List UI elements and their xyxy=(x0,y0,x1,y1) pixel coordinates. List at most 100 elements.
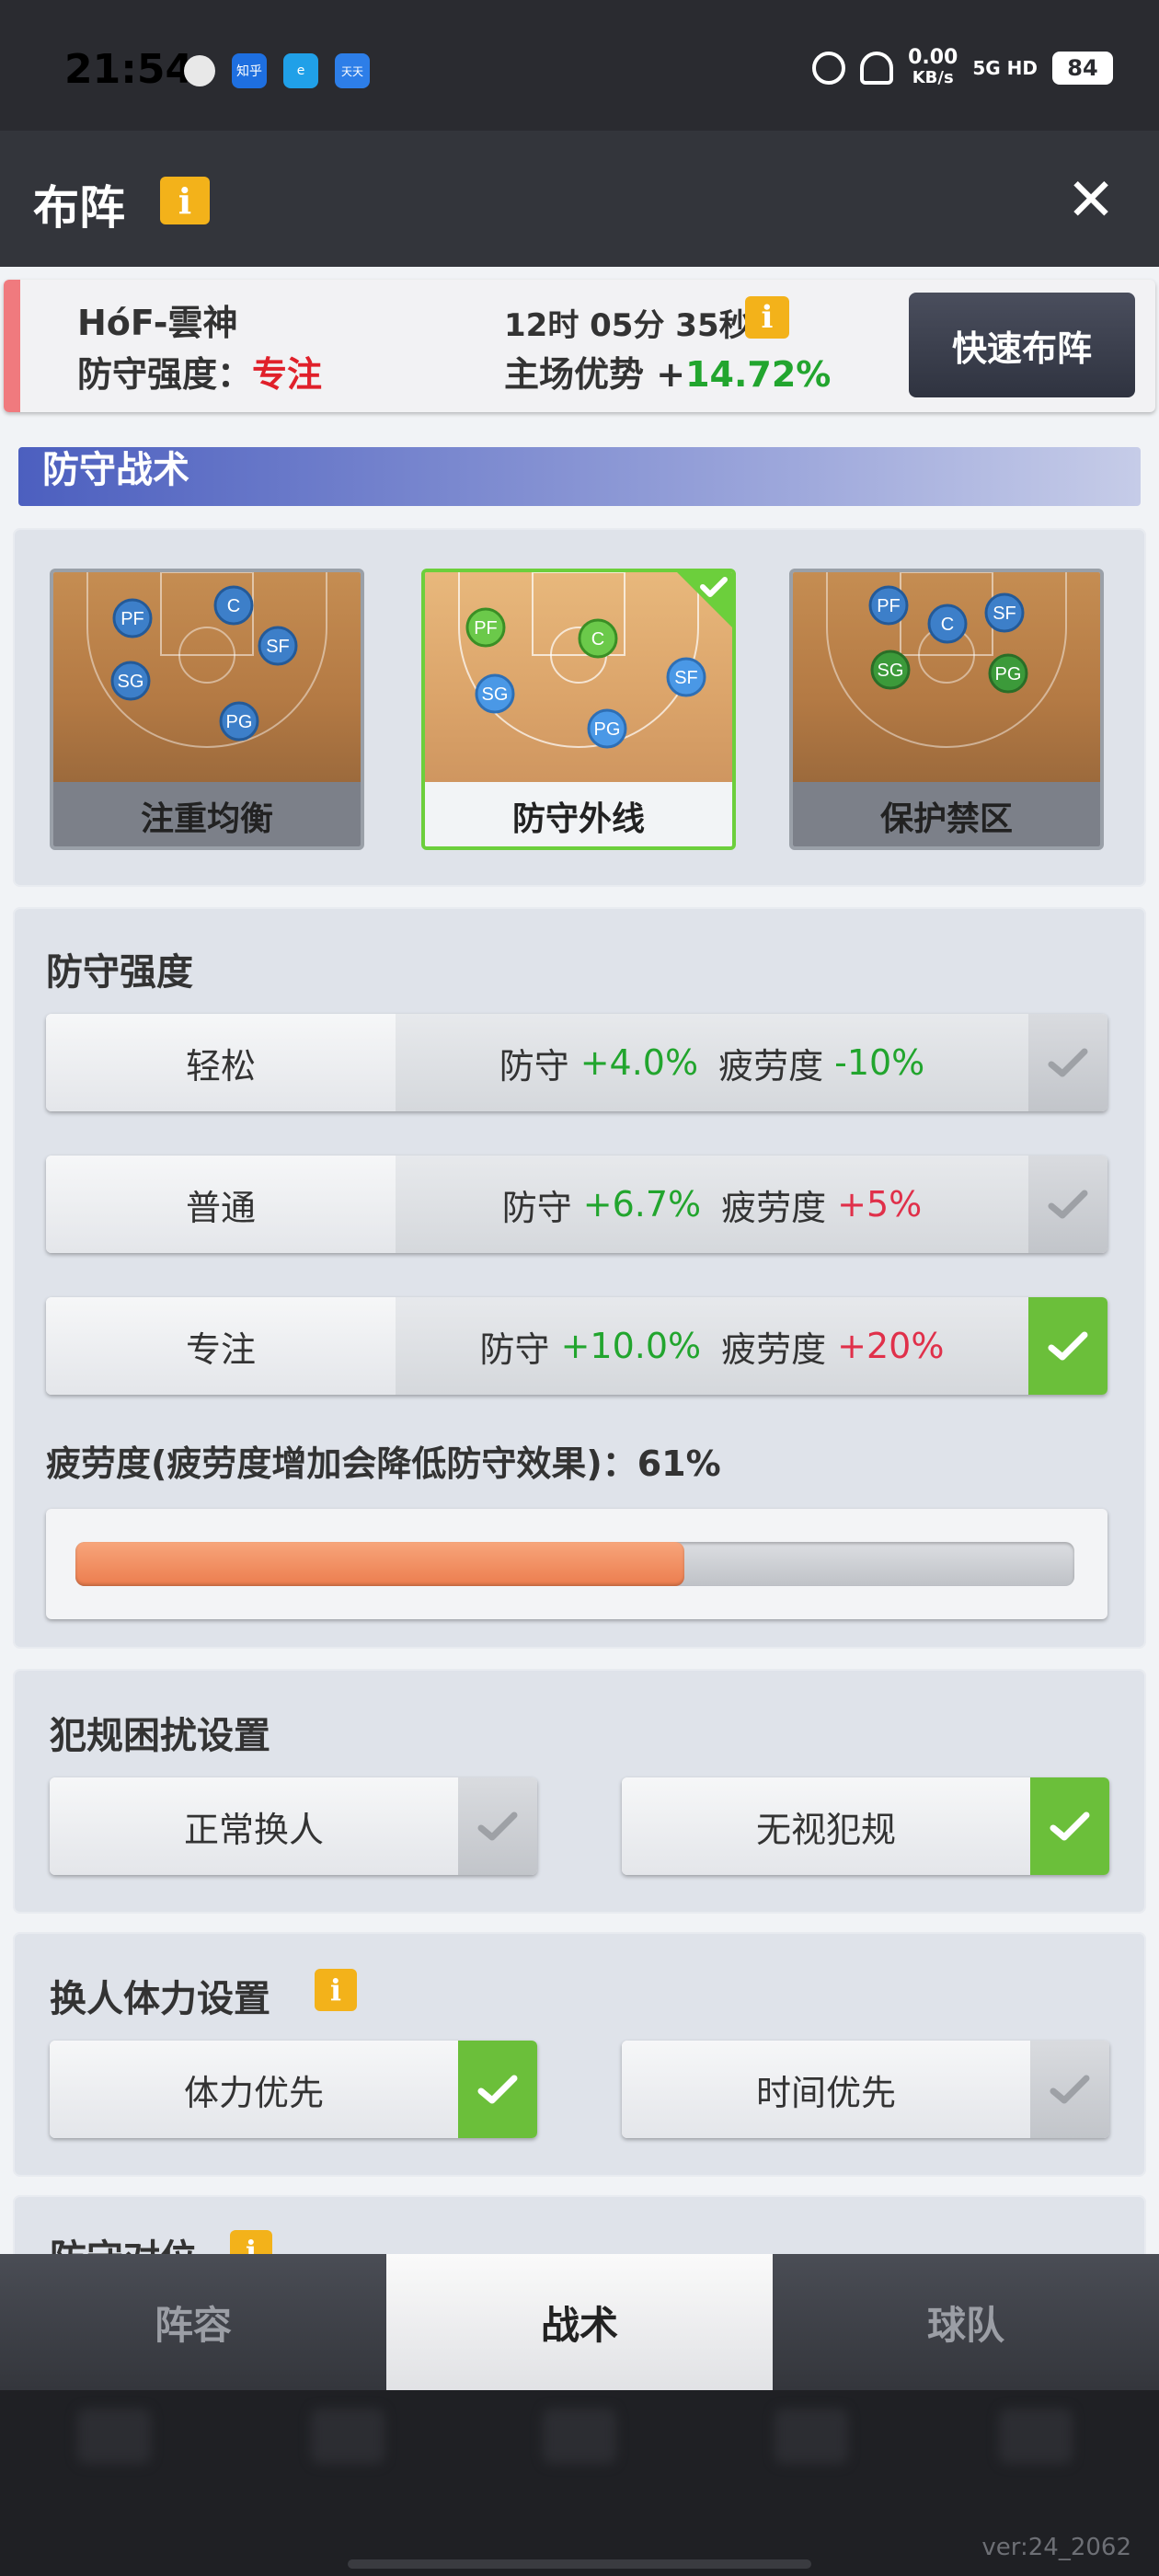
svg-text:SG: SG xyxy=(482,684,509,705)
battery-indicator: 84 xyxy=(1052,52,1113,85)
svg-text:SF: SF xyxy=(993,604,1016,624)
option-label: 轻松 xyxy=(46,1014,396,1111)
tactic-perimeter[interactable]: PF C SG SF PG 防守外线 xyxy=(421,569,736,850)
home-indicator xyxy=(348,2559,811,2569)
option-label: 正常换人 xyxy=(50,1777,458,1875)
tactic-label: 防守外线 xyxy=(425,782,732,846)
section-title: 防守战术 xyxy=(42,449,189,491)
check-mark-icon xyxy=(477,2075,518,2104)
player-marker: SG xyxy=(475,673,515,714)
player-marker: SF xyxy=(258,626,298,666)
option-effect: 防守 +6.7% 疲劳度 +5% xyxy=(396,1156,1028,1253)
check-mark-icon xyxy=(1048,1190,1088,1219)
option-effect: 防守 +10.0% 疲劳度 +20% xyxy=(396,1297,1028,1395)
blurred-icon xyxy=(311,2409,384,2464)
svg-text:C: C xyxy=(941,615,954,635)
player-marker: PF xyxy=(465,607,506,648)
intensity-option-normal[interactable]: 普通 防守 +6.7% 疲劳度 +5% xyxy=(46,1156,1107,1253)
blurred-icon xyxy=(999,2409,1073,2464)
sub-settings-title: 换人体力设置 xyxy=(50,1978,270,2020)
signal-indicator: 5G HD xyxy=(972,57,1038,79)
sub-option-time[interactable]: 时间优先 xyxy=(622,2041,1109,2138)
checkbox-icon[interactable] xyxy=(1030,2041,1109,2138)
sub-info-icon[interactable]: i xyxy=(315,1969,357,2011)
checkbox-icon[interactable] xyxy=(1028,1156,1107,1253)
selected-check-icon xyxy=(677,572,732,627)
option-effect: 防守 +4.0% 疲劳度 -10% xyxy=(396,1014,1028,1111)
quick-lineup-button[interactable]: 快速布阵 xyxy=(909,293,1135,397)
player-marker: PF xyxy=(868,585,909,626)
option-label: 普通 xyxy=(46,1156,396,1253)
option-label: 专注 xyxy=(46,1297,396,1395)
tactic-protect-paint[interactable]: PF C SF SG PG 保护禁区 xyxy=(789,569,1104,850)
option-label: 体力优先 xyxy=(50,2041,458,2138)
checkbox-icon[interactable] xyxy=(1030,1777,1109,1875)
player-marker: PG xyxy=(988,653,1028,694)
player-marker: SF xyxy=(984,592,1025,633)
sub-option-stamina[interactable]: 体力优先 xyxy=(50,2041,537,2138)
svg-text:SF: SF xyxy=(266,637,290,657)
player-marker: SG xyxy=(110,661,151,701)
fatigue-label: 疲劳度(疲劳度增加会降低防守效果)：61% xyxy=(46,1443,721,1484)
foul-option-ignore[interactable]: 无视犯规 xyxy=(622,1777,1109,1875)
intensity-option-relaxed[interactable]: 轻松 防守 +4.0% 疲劳度 -10% xyxy=(46,1014,1107,1111)
player-marker: C xyxy=(578,618,618,659)
check-mark-icon xyxy=(1050,1811,1090,1841)
page-title: 布阵 xyxy=(33,181,125,235)
svg-text:PG: PG xyxy=(995,664,1022,684)
team-name: HóF-雲神 xyxy=(77,303,238,343)
player-marker: C xyxy=(927,604,968,644)
checkbox-icon[interactable] xyxy=(458,1777,537,1875)
home-advantage: 主场优势 +14.72% xyxy=(504,354,832,395)
player-marker: PG xyxy=(219,701,259,742)
mute-bell-icon xyxy=(860,52,894,85)
net-speed: 0.00 KB/s xyxy=(908,46,958,88)
intensity-option-focused[interactable]: 专注 防守 +10.0% 疲劳度 +20% xyxy=(46,1297,1107,1395)
checkbox-icon[interactable] xyxy=(1028,1297,1107,1395)
fatigue-progress-bar xyxy=(75,1542,685,1586)
team-intensity: 防守强度：专注 xyxy=(77,354,323,395)
player-marker: SG xyxy=(870,650,911,690)
player-marker: PG xyxy=(587,708,627,749)
court-lines: PF C SF SG PG xyxy=(826,572,1067,748)
countdown-timer: 12时 05分 35秒 xyxy=(504,307,751,344)
defense-intensity-title: 防守强度 xyxy=(46,951,193,994)
zhihu-app-icon: 知乎 xyxy=(232,53,267,88)
tactic-label: 注重均衡 xyxy=(53,782,361,846)
alarm-icon xyxy=(812,52,846,85)
check-mark-icon xyxy=(477,1811,518,1841)
check-mark-icon xyxy=(1050,2075,1090,2104)
svg-text:PF: PF xyxy=(474,618,498,638)
tab-tactics[interactable]: 战术 xyxy=(386,2254,773,2390)
svg-text:PG: PG xyxy=(226,712,253,732)
player-marker: C xyxy=(213,585,254,626)
tab-lineup[interactable]: 阵容 xyxy=(0,2254,386,2390)
checkbox-icon[interactable] xyxy=(458,2041,537,2138)
defense-tactics-banner: 防守战术 xyxy=(18,447,1141,506)
svg-text:PF: PF xyxy=(877,596,901,616)
svg-text:PG: PG xyxy=(594,719,621,740)
tactic-balanced[interactable]: PF C SF SG PG 注重均衡 xyxy=(50,569,364,850)
svg-text:SG: SG xyxy=(118,672,144,692)
svg-text:C: C xyxy=(227,596,240,616)
version-label: ver:24_2062 xyxy=(981,2534,1131,2561)
team-accent xyxy=(4,280,20,412)
browser-app-icon: e xyxy=(283,53,318,88)
blurred-icon xyxy=(775,2409,848,2464)
close-icon[interactable]: ✕ xyxy=(1061,171,1120,230)
foul-option-normal-sub[interactable]: 正常换人 xyxy=(50,1777,537,1875)
checkbox-icon[interactable] xyxy=(1028,1014,1107,1111)
player-marker: SF xyxy=(666,657,706,697)
tab-team[interactable]: 球队 xyxy=(773,2254,1159,2390)
status-indicators: 0.00 KB/s 5G HD 84 xyxy=(812,48,1113,88)
timer-info-icon[interactable]: i xyxy=(745,296,789,339)
weather-app-icon: 天天 xyxy=(335,53,370,88)
blurred-icon xyxy=(543,2409,616,2464)
svg-text:PF: PF xyxy=(120,609,144,629)
status-time: 21:54 xyxy=(64,46,194,93)
check-mark-icon xyxy=(1048,1331,1088,1361)
globe-icon xyxy=(184,55,215,86)
check-mark-icon xyxy=(1048,1048,1088,1077)
svg-text:C: C xyxy=(591,629,604,650)
info-icon[interactable]: i xyxy=(160,177,210,224)
